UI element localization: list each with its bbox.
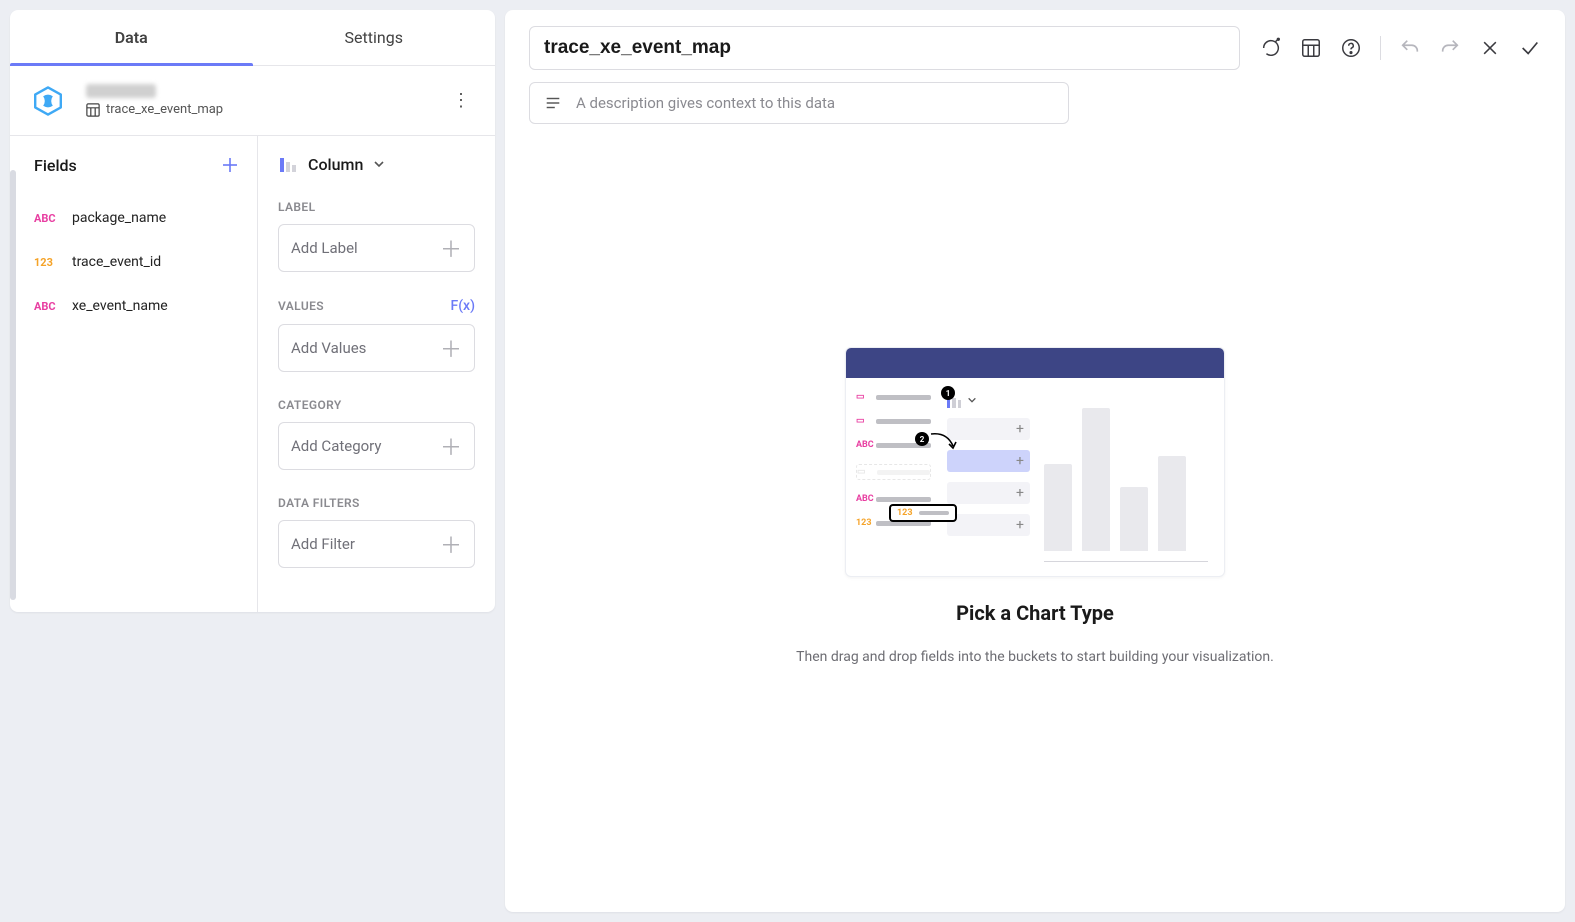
left-panel: Data Settings trace_xe_event_map ⋮: [10, 10, 495, 612]
field-type-badge: 123: [34, 256, 60, 269]
label-dropzone[interactable]: Add Label ＋: [278, 224, 475, 272]
description-input[interactable]: A description gives context to this data: [529, 82, 1069, 124]
dropzone-placeholder: Add Category: [291, 437, 382, 455]
fx-button[interactable]: F(x): [451, 298, 476, 314]
add-field-button[interactable]: [219, 154, 241, 176]
close-icon[interactable]: [1479, 37, 1501, 59]
field-item[interactable]: ABC xe_event_name: [34, 284, 241, 328]
description-icon: [544, 94, 562, 112]
chart-type-selector[interactable]: Column: [278, 154, 475, 174]
right-panel: A description gives context to this data…: [505, 10, 1565, 912]
field-name: xe_event_name: [72, 298, 168, 314]
dropzone-placeholder: Add Filter: [291, 535, 355, 553]
plus-icon: ＋: [440, 232, 462, 264]
datasource-name-redacted: [86, 84, 156, 98]
chart-title-input[interactable]: [529, 26, 1240, 70]
datasource-menu-button[interactable]: ⋮: [449, 89, 473, 113]
help-icon[interactable]: [1340, 37, 1362, 59]
column-chart-icon: [278, 154, 298, 174]
scrollbar[interactable]: [10, 170, 16, 600]
section-title-label: LABEL: [278, 200, 315, 214]
dropzone-placeholder: Add Values: [291, 339, 366, 357]
tab-bar: Data Settings: [10, 10, 495, 66]
filter-dropzone[interactable]: Add Filter ＋: [278, 520, 475, 568]
field-item[interactable]: 123 trace_event_id: [34, 240, 241, 284]
empty-state-subtext: Then drag and drop fields into the bucke…: [796, 649, 1274, 665]
description-placeholder: A description gives context to this data: [576, 94, 835, 112]
datasource-logo-icon: [32, 85, 64, 117]
tab-settings[interactable]: Settings: [253, 10, 496, 65]
toolbar: [1260, 36, 1541, 60]
tab-data[interactable]: Data: [10, 10, 253, 65]
plus-icon: ＋: [440, 528, 462, 560]
table-icon: [86, 103, 100, 117]
field-type-badge: ABC: [34, 300, 60, 313]
confirm-icon[interactable]: [1519, 37, 1541, 59]
config-column: Column LABEL Add Label ＋ VALUES F(x) Add…: [258, 136, 495, 612]
field-type-badge: ABC: [34, 212, 60, 225]
datasource-table-name: trace_xe_event_map: [106, 102, 223, 117]
undo-icon[interactable]: [1399, 37, 1421, 59]
field-name: trace_event_id: [72, 254, 161, 270]
chart-type-label: Column: [308, 155, 363, 174]
section-title-values: VALUES: [278, 299, 324, 313]
chevron-down-icon: [373, 158, 385, 170]
field-name: package_name: [72, 210, 166, 226]
data-source-row: trace_xe_event_map ⋮: [10, 66, 495, 136]
fields-heading: Fields: [34, 156, 77, 175]
plus-icon: ＋: [440, 430, 462, 462]
toolbar-divider: [1380, 36, 1381, 60]
fields-column: Fields ABC package_name 123 trace_event_…: [10, 136, 258, 612]
chart-canvas-empty: ▭ ▭ ABC ▭ ABC 123 1 + 2: [529, 124, 1541, 888]
section-title-filters: DATA FILTERS: [278, 496, 360, 510]
empty-state-illustration: ▭ ▭ ABC ▭ ABC 123 1 + 2: [845, 347, 1225, 577]
empty-state-heading: Pick a Chart Type: [956, 601, 1114, 625]
redo-icon[interactable]: [1439, 37, 1461, 59]
grid-view-icon[interactable]: [1300, 37, 1322, 59]
section-title-category: CATEGORY: [278, 398, 342, 412]
plus-icon: ＋: [440, 332, 462, 364]
dropzone-placeholder: Add Label: [291, 239, 358, 257]
category-dropzone[interactable]: Add Category ＋: [278, 422, 475, 470]
values-dropzone[interactable]: Add Values ＋: [278, 324, 475, 372]
field-item[interactable]: ABC package_name: [34, 196, 241, 240]
refresh-ai-icon[interactable]: [1260, 37, 1282, 59]
